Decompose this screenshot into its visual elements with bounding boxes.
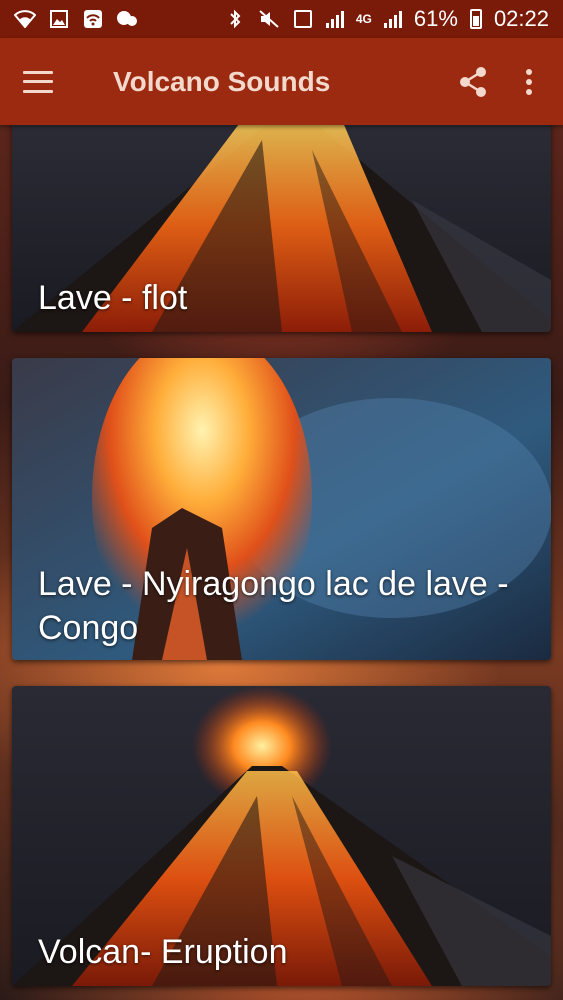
share-button[interactable] — [445, 38, 501, 125]
sound-title: Volcan- Eruption — [38, 933, 288, 971]
wifi-icon — [14, 9, 36, 29]
chat-icon — [116, 9, 138, 29]
sim-icon — [292, 9, 314, 29]
bluetooth-icon — [224, 9, 246, 29]
status-bar: 4G 61% 02:22 — [0, 0, 563, 38]
signal-icon-2 — [383, 10, 402, 28]
clock: 02:22 — [493, 6, 549, 31]
mute-icon — [258, 9, 280, 29]
app-bar: Volcano Sounds — [0, 38, 563, 125]
sound-card[interactable]: Lave - Nyiragongo lac de lave - Congo — [12, 358, 551, 660]
share-icon — [460, 66, 486, 97]
network-type: 4G — [355, 12, 372, 26]
overflow-menu-button[interactable] — [501, 38, 557, 125]
sound-card[interactable]: Volcan- Eruption — [12, 686, 551, 986]
app-title: Volcano Sounds — [113, 65, 331, 97]
image-icon — [48, 9, 70, 29]
sound-title: Lave - Nyiragongo lac de lave - Congo — [38, 565, 509, 647]
battery-percent: 61% — [413, 6, 458, 31]
battery-icon — [469, 9, 482, 29]
menu-button[interactable] — [0, 38, 76, 125]
hamburger-menu-icon — [23, 70, 53, 93]
sound-title: Lave - flot — [38, 279, 188, 317]
more-vert-icon — [526, 68, 532, 95]
signal-icon — [325, 10, 344, 28]
wifi-hotspot-icon — [82, 9, 104, 29]
sound-card[interactable]: Lave - flot — [12, 120, 551, 332]
